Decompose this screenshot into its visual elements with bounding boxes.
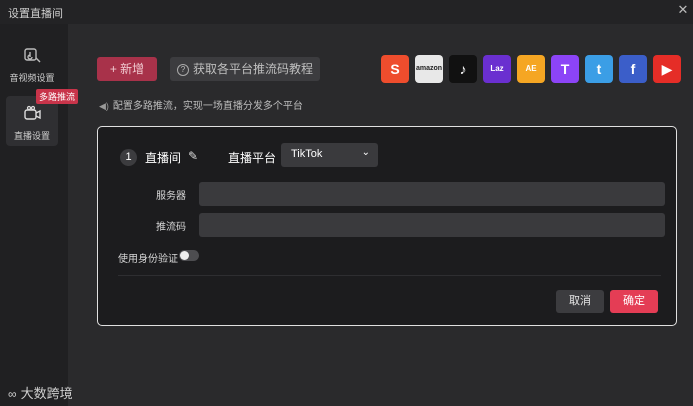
tutorial-button[interactable]: ? 获取各平台推流码教程 bbox=[170, 57, 320, 81]
twitter-icon[interactable]: t bbox=[585, 55, 613, 83]
sidebar-item-label: 直播设置 bbox=[13, 131, 50, 141]
platform-label: 直播平台 bbox=[228, 151, 277, 165]
brand-mark-icon: ∞ bbox=[8, 387, 17, 401]
server-label: 服务器 bbox=[156, 191, 186, 202]
auth-toggle[interactable] bbox=[179, 250, 199, 261]
confirm-button[interactable]: 确定 bbox=[610, 290, 658, 313]
stream-config-card: 1 直播间 ✎ 直播平台 TikTok ⌄ 服务器 推流码 使用身份验证 取消 … bbox=[97, 126, 677, 326]
platform-select[interactable]: TikTok ⌄ bbox=[281, 143, 378, 167]
toggle-knob bbox=[180, 251, 189, 260]
tiktok-icon[interactable]: ♪ bbox=[449, 55, 477, 83]
sidebar-item-audio-video[interactable]: 音视频设置 bbox=[6, 38, 58, 88]
stream-key-input[interactable] bbox=[199, 213, 665, 237]
amazon-icon[interactable]: amazon bbox=[415, 55, 443, 83]
divider bbox=[118, 275, 661, 276]
multi-stream-tip: ◀) 配置多路推流，实现一场直播分发多个平台 bbox=[99, 97, 303, 112]
lazada-icon[interactable]: Laz bbox=[483, 55, 511, 83]
youtube-icon[interactable]: ▶ bbox=[653, 55, 681, 83]
close-icon[interactable]: ✕ bbox=[675, 2, 691, 18]
help-icon: ? bbox=[176, 63, 189, 76]
audio-video-icon bbox=[24, 48, 41, 63]
title-bar: 设置直播间 ✕ bbox=[0, 0, 693, 24]
window-title: 设置直播间 bbox=[8, 8, 63, 20]
stream-key-label: 推流码 bbox=[156, 222, 186, 233]
server-input[interactable] bbox=[199, 182, 665, 206]
shopee-icon[interactable]: S bbox=[381, 55, 409, 83]
room-label: 直播间 bbox=[145, 151, 182, 165]
facebook-icon[interactable]: f bbox=[619, 55, 647, 83]
tutorial-label: 获取各平台推流码教程 bbox=[192, 62, 313, 76]
speaker-icon: ◀) bbox=[99, 101, 109, 111]
sidebar: 音视频设置 直播设置 bbox=[0, 24, 68, 406]
twitch-icon[interactable]: T bbox=[551, 55, 579, 83]
edit-icon[interactable]: ✎ bbox=[188, 149, 198, 163]
chevron-down-icon: ⌄ bbox=[361, 147, 370, 158]
auth-label: 使用身份验证 bbox=[118, 254, 178, 265]
live-camera-icon bbox=[24, 105, 41, 120]
brand-name: 大数跨境 bbox=[20, 386, 73, 401]
brand-logo: ∞ 大数跨境 bbox=[8, 383, 73, 402]
tip-text: 配置多路推流，实现一场直播分发多个平台 bbox=[112, 101, 303, 112]
aliexpress-icon[interactable]: AE bbox=[517, 55, 545, 83]
stream-index: 1 bbox=[120, 149, 137, 166]
sidebar-item-label: 音视频设置 bbox=[9, 73, 55, 83]
platform-select-value: TikTok bbox=[291, 148, 323, 160]
add-stream-button[interactable]: + 新增 bbox=[97, 57, 157, 81]
multi-stream-badge: 多路推流 bbox=[36, 89, 79, 104]
cancel-button[interactable]: 取消 bbox=[556, 290, 604, 313]
